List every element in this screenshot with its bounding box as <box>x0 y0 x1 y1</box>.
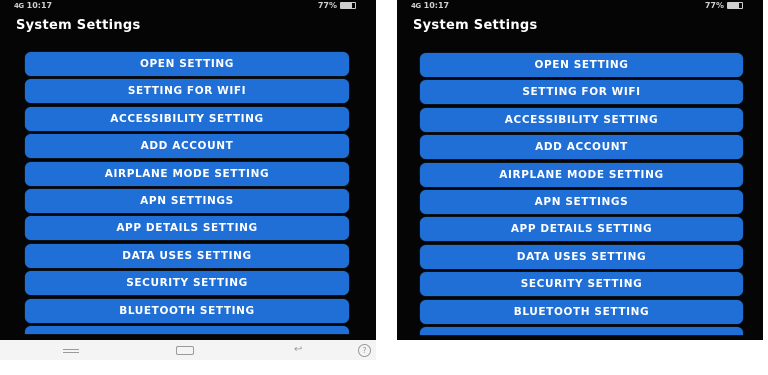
next-setting-button-partial[interactable] <box>420 326 743 335</box>
battery-percent: 77% <box>317 1 337 10</box>
airplane-mode-setting-button[interactable]: AIRPLANE MODE SETTING <box>25 161 349 186</box>
battery-icon <box>727 2 743 9</box>
apn-settings-button[interactable]: APN SETTINGS <box>25 188 349 213</box>
app-details-setting-button[interactable]: APP DETAILS SETTING <box>25 216 349 241</box>
comparison-screenshot: 4G 10:17 77% System Settings OPEN SETTIN… <box>0 0 768 375</box>
battery-icon <box>340 2 356 9</box>
signal-indicator: 4G <box>14 1 24 10</box>
data-uses-setting-button[interactable]: DATA USES SETTING <box>25 243 349 268</box>
accessibility-setting-button[interactable]: ACCESSIBILITY SETTING <box>420 107 743 132</box>
status-time: 10:17 <box>423 1 450 10</box>
security-setting-button[interactable]: SECURITY SETTING <box>25 271 349 296</box>
help-icon[interactable]: ? <box>358 344 371 357</box>
settings-button-list: OPEN SETTING SETTING FOR WIFI ACCESSIBIL… <box>420 53 743 335</box>
page-title: System Settings <box>413 18 538 33</box>
add-account-button[interactable]: ADD ACCOUNT <box>25 134 349 159</box>
home-icon[interactable] <box>176 346 194 355</box>
security-setting-button[interactable]: SECURITY SETTING <box>420 272 743 297</box>
signal-indicator: 4G <box>411 1 421 10</box>
menu-icon[interactable] <box>63 349 79 353</box>
accessibility-setting-button[interactable]: ACCESSIBILITY SETTING <box>25 106 349 131</box>
wifi-setting-button[interactable]: SETTING FOR WIFI <box>25 79 349 104</box>
airplane-mode-setting-button[interactable]: AIRPLANE MODE SETTING <box>420 162 743 187</box>
wifi-setting-button[interactable]: SETTING FOR WIFI <box>420 80 743 105</box>
navigation-bar: ↩ ? <box>0 340 376 360</box>
settings-button-list: OPEN SETTING SETTING FOR WIFI ACCESSIBIL… <box>25 52 349 334</box>
data-uses-setting-button[interactable]: DATA USES SETTING <box>420 244 743 269</box>
open-setting-button[interactable]: OPEN SETTING <box>420 53 743 77</box>
add-account-button[interactable]: ADD ACCOUNT <box>420 135 743 160</box>
page-title: System Settings <box>16 18 141 33</box>
phone-screen-left: 4G 10:17 77% System Settings OPEN SETTIN… <box>0 0 376 340</box>
bluetooth-setting-button[interactable]: BLUETOOTH SETTING <box>420 299 743 324</box>
battery-percent: 77% <box>704 1 724 10</box>
app-details-setting-button[interactable]: APP DETAILS SETTING <box>420 217 743 242</box>
status-bar: 4G 10:17 77% <box>397 1 763 13</box>
apn-settings-button[interactable]: APN SETTINGS <box>420 189 743 214</box>
status-bar: 4G 10:17 77% <box>0 1 376 13</box>
status-time: 10:17 <box>26 1 53 10</box>
next-setting-button-partial[interactable] <box>25 325 349 334</box>
bluetooth-setting-button[interactable]: BLUETOOTH SETTING <box>25 298 349 323</box>
open-setting-button[interactable]: OPEN SETTING <box>25 52 349 76</box>
phone-screen-right: 4G 10:17 77% System Settings OPEN SETTIN… <box>397 0 763 340</box>
back-icon[interactable]: ↩ <box>294 344 302 356</box>
